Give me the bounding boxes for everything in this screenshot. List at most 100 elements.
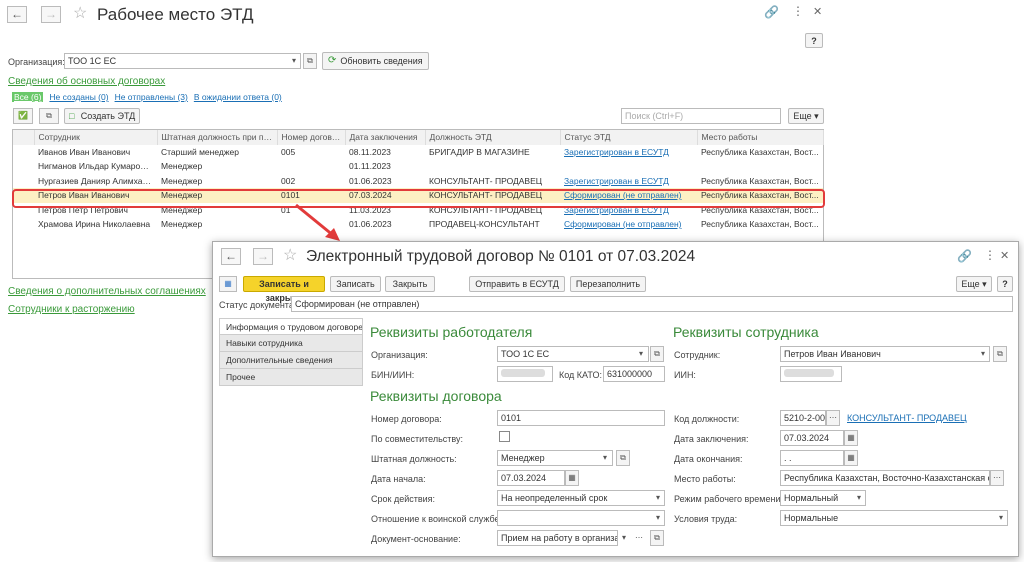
column-header[interactable]: Штатная должность при пр... xyxy=(157,130,278,145)
save-button[interactable]: Записать xyxy=(330,276,381,292)
military-chevron-down-icon[interactable]: ▾ xyxy=(652,510,664,526)
position-chevron-down-icon[interactable]: ▾ xyxy=(599,450,611,466)
table-cell: Храмова Ирина Николаевна xyxy=(38,219,151,230)
chevron-down-icon[interactable]: ▾ xyxy=(288,53,300,69)
dialog-org-field[interactable]: ТОО 1С ЕС xyxy=(497,346,649,362)
position-field[interactable]: Менеджер xyxy=(497,450,613,466)
basis-open-button[interactable]: ⧉ xyxy=(650,530,664,546)
help-button[interactable]: ? xyxy=(805,33,823,48)
create-etd-button[interactable]: □ Создать ЭТД xyxy=(64,108,140,124)
end-field[interactable]: . . xyxy=(780,450,844,466)
filter-all[interactable]: Все (6) xyxy=(12,92,44,102)
org-field[interactable]: ТОО 1С ЕС xyxy=(64,53,301,69)
employee-open-button[interactable]: ⧉ xyxy=(993,346,1007,362)
structure-button[interactable]: ▦ xyxy=(219,276,237,292)
search-input[interactable]: Поиск (Ctrl+F) xyxy=(621,108,781,124)
conditions-field[interactable]: Нормальные xyxy=(780,510,1008,526)
parttime-checkbox[interactable] xyxy=(499,431,510,442)
poscode-select-button[interactable]: ⋯ xyxy=(826,410,840,426)
table-row[interactable]: Иванов Иван Иванович Старший менеджер 005 0… xyxy=(13,145,823,160)
refill-button[interactable]: Перезаполнить xyxy=(570,276,646,292)
table-cell: 01.11.2023 xyxy=(349,161,391,172)
org-open-button[interactable]: ⧉ xyxy=(650,346,664,362)
dialog-menu-dots-icon[interactable]: ⋮ xyxy=(984,248,996,262)
employee-field[interactable]: Петров Иван Иванович xyxy=(780,346,990,362)
column-header[interactable]: Сотрудник xyxy=(34,130,158,145)
bin-field[interactable] xyxy=(497,366,553,382)
back-button[interactable]: ← xyxy=(7,6,27,23)
position-open-button[interactable]: ⧉ xyxy=(616,450,630,466)
term-chevron-down-icon[interactable]: ▾ xyxy=(652,490,664,506)
dialog-more-button[interactable]: Еще ▾ xyxy=(956,276,992,292)
kato-field[interactable]: 631000000 xyxy=(603,366,665,382)
workplace-field[interactable]: Республика Казахстан, Восточно-Казахстан… xyxy=(780,470,990,486)
dialog-star-icon[interactable]: ☆ xyxy=(283,245,297,265)
column-header[interactable]: Дата заключения xyxy=(345,130,426,145)
table-cell: Старший менеджер xyxy=(161,146,239,157)
table-row[interactable]: Нургазиев Данияр Алимхан... Менеджер 002 01… xyxy=(13,174,823,189)
selected-row-highlight xyxy=(12,189,825,208)
military-field[interactable] xyxy=(497,510,665,526)
filter-not-sent[interactable]: Не отправлены (3) xyxy=(115,92,188,102)
tab-other[interactable]: Прочее xyxy=(219,369,363,386)
page-title: Рабочее место ЭТД xyxy=(97,5,254,24)
poscode-link[interactable]: КОНСУЛЬТАНТ- ПРОДАВЕЦ xyxy=(847,413,967,423)
end-calendar-icon[interactable]: ▦ xyxy=(844,450,858,466)
basis-clear-icon[interactable]: ⋯ xyxy=(633,530,645,546)
filter-not-created[interactable]: Не созданы (0) xyxy=(49,92,108,102)
dismissal-link[interactable]: Сотрудники к расторжению xyxy=(8,304,135,315)
tab-additional[interactable]: Дополнительные сведения xyxy=(219,352,363,369)
iin-field[interactable] xyxy=(780,366,842,382)
basis-chevron-down-icon[interactable]: ▾ xyxy=(618,530,630,546)
menu-dots-icon[interactable]: ⋮ xyxy=(792,4,804,18)
number-field[interactable]: 0101 xyxy=(497,410,665,426)
save-close-button[interactable]: Записать и закрыть xyxy=(243,276,325,303)
close-icon[interactable]: ✕ xyxy=(813,5,822,18)
mode-chevron-down-icon[interactable]: ▾ xyxy=(853,490,865,506)
table-row[interactable]: Нигманов Ильдар Кумарович Менеджер 01.11.2… xyxy=(13,159,823,174)
dialog-forward-button[interactable]: → xyxy=(253,248,273,265)
table-cell: 002 xyxy=(281,175,296,186)
column-header[interactable]: Должность ЭТД xyxy=(425,130,561,145)
dialog-link-icon[interactable]: 🔗 xyxy=(957,249,972,263)
calendar-icon[interactable]: ▦ xyxy=(565,470,579,486)
copy-button[interactable]: ⧉ xyxy=(39,108,59,124)
tab-skills[interactable]: Навыки сотрудника xyxy=(219,335,363,352)
basis-field[interactable]: Прием на работу в организац... xyxy=(497,530,618,546)
additional-agreements-link[interactable]: Сведения о дополнительных соглашениях xyxy=(8,286,206,297)
close-button[interactable]: Закрыть xyxy=(385,276,435,292)
dialog-help-button[interactable]: ? xyxy=(997,276,1013,292)
start-label: Дата начала: xyxy=(371,474,426,484)
send-esutd-button[interactable]: Отправить в ЕСУТД xyxy=(469,276,565,292)
star-icon[interactable]: ☆ xyxy=(73,3,87,23)
conclusion-calendar-icon[interactable]: ▦ xyxy=(844,430,858,446)
filter-waiting[interactable]: В ожидании ответа (0) xyxy=(194,92,282,102)
column-header[interactable]: Место работы xyxy=(697,130,824,145)
dialog-back-button[interactable]: ← xyxy=(221,248,241,265)
dialog-close-icon[interactable]: ✕ xyxy=(1000,249,1009,262)
link-icon[interactable]: 🔗 xyxy=(764,5,779,19)
table-cell: ПРОДАВЕЦ-КОНСУЛЬТАНТ xyxy=(429,219,540,230)
poscode-field[interactable]: 5210-2-00' xyxy=(780,410,826,426)
start-field[interactable]: 07.03.2024 xyxy=(497,470,565,486)
column-header[interactable]: Статус ЭТД xyxy=(560,130,698,145)
header-cell xyxy=(13,130,35,145)
main-contracts-link[interactable]: Сведения об основных договорах xyxy=(8,76,165,87)
check-all-button[interactable]: ✅ xyxy=(13,108,33,124)
employee-chevron-down-icon[interactable]: ▾ xyxy=(977,346,989,362)
conditions-chevron-down-icon[interactable]: ▾ xyxy=(995,510,1007,526)
table-row[interactable]: Храмова Ирина Николаевна Менеджер 01.06.20… xyxy=(13,217,823,232)
tab-info[interactable]: Информация о трудовом договоре xyxy=(219,318,363,335)
row-marker xyxy=(13,145,34,160)
workplace-select-button[interactable]: ⋯ xyxy=(990,470,1004,486)
conclusion-field[interactable]: 07.03.2024 xyxy=(780,430,844,446)
forward-button[interactable]: → xyxy=(41,6,61,23)
open-org-button[interactable]: ⧉ xyxy=(303,53,317,69)
column-header[interactable]: Номер догово... xyxy=(277,130,346,145)
term-field[interactable]: На неопределенный срок xyxy=(497,490,665,506)
table-cell: КОНСУЛЬТАНТ- ПРОДАВЕЦ xyxy=(429,175,543,186)
conditions-label: Условия труда: xyxy=(674,514,738,524)
more-button[interactable]: Еще ▾ xyxy=(788,108,824,124)
org-chevron-down-icon[interactable]: ▾ xyxy=(635,346,647,362)
refresh-button[interactable]: ⟳ Обновить сведения xyxy=(322,52,429,70)
